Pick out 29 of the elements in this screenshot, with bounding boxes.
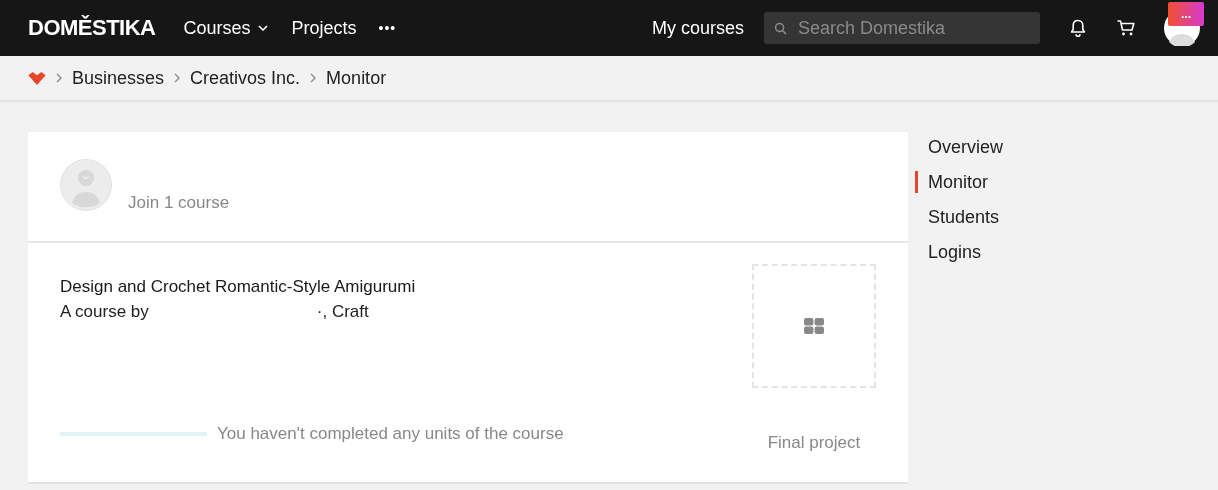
breadcrumb-link[interactable]: Monitor xyxy=(326,67,387,89)
chevron-right-icon xyxy=(310,73,317,83)
course-title[interactable]: Design and Crochet Romantic-Style Amigurumi xyxy=(60,277,564,297)
sidebar-item[interactable]: Monitor xyxy=(915,171,1003,193)
sidebar-item[interactable]: Overview xyxy=(915,136,1003,158)
chevron-right-icon xyxy=(174,73,181,83)
sidebar-item[interactable]: Logins xyxy=(915,241,1003,263)
home-logo-icon[interactable] xyxy=(28,71,46,85)
bell-icon[interactable] xyxy=(1068,18,1088,38)
cart-icon[interactable] xyxy=(1116,18,1136,38)
progress-text: You haven't completed any units of the course xyxy=(217,424,564,444)
course-category-text: ·, Craft xyxy=(316,302,369,322)
nav-link[interactable]: Courses xyxy=(183,17,268,39)
chevron-down-icon xyxy=(257,25,268,31)
my-courses-link[interactable]: My courses xyxy=(651,17,744,39)
logo[interactable]: DOMĚSTIKA xyxy=(28,15,156,41)
search-field[interactable]: Search Domestika xyxy=(764,12,1040,44)
more-button[interactable]: ••• xyxy=(378,20,397,36)
breadcrumb-link[interactable]: Businesses xyxy=(72,67,165,89)
chevron-right-icon xyxy=(56,73,62,83)
grid-icon xyxy=(804,318,824,334)
nav-link[interactable]: Projects xyxy=(291,17,357,39)
notification-badge: ... xyxy=(1168,2,1204,26)
breadcrumb-link[interactable]: Creativos Inc. xyxy=(190,67,301,89)
sidebar-item[interactable]: Students xyxy=(915,206,1003,228)
join-course-text: Join 1 course xyxy=(128,193,230,213)
user-avatar-icon xyxy=(60,159,112,211)
final-project-label: Final project xyxy=(767,433,861,453)
course-author-text: A course by xyxy=(60,302,149,322)
